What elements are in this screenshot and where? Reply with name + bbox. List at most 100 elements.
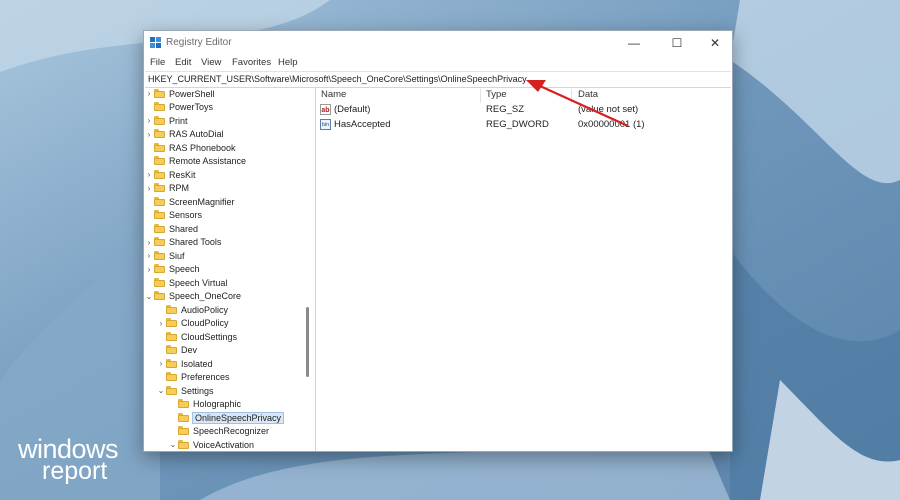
menu-favorites[interactable]: Favorites bbox=[232, 57, 271, 68]
value-type: REG_DWORD bbox=[486, 119, 549, 130]
folder-icon bbox=[154, 277, 165, 287]
minimize-icon: — bbox=[628, 36, 640, 50]
folder-icon bbox=[178, 399, 189, 408]
menu-help[interactable]: Help bbox=[278, 57, 298, 68]
folder-icon bbox=[166, 331, 177, 341]
value-data: 0x00000001 (1) bbox=[578, 119, 645, 130]
value-name: HasAccepted bbox=[334, 119, 391, 130]
folder-icon bbox=[154, 210, 165, 219]
binary-value-icon: bin bbox=[320, 119, 331, 130]
menu-file[interactable]: File bbox=[150, 57, 165, 68]
tree-item-print[interactable]: › Print bbox=[144, 114, 188, 127]
title-bar[interactable]: Registry Editor — ☐ ✕ bbox=[144, 31, 732, 55]
folder-icon bbox=[166, 385, 177, 395]
folder-icon bbox=[178, 439, 189, 449]
folder-icon bbox=[166, 318, 177, 327]
maximize-button[interactable]: ☐ bbox=[662, 34, 692, 52]
chevron-right-icon[interactable]: › bbox=[144, 251, 154, 260]
logo-line-2: report bbox=[42, 457, 108, 485]
tree-item-audiopolicy[interactable]: AudioPolicy bbox=[156, 303, 228, 316]
folder-icon bbox=[154, 237, 165, 246]
tree-item-reskit[interactable]: › ResKit bbox=[144, 168, 196, 181]
values-list[interactable]: Name Type Data ab (Default) REG_SZ (valu… bbox=[316, 87, 732, 451]
menu-bar: File Edit View Favorites Help bbox=[144, 55, 732, 71]
folder-icon bbox=[166, 345, 177, 354]
tree-item-ras-phonebook[interactable]: RAS Phonebook bbox=[144, 141, 236, 154]
tree-item-remote-assistance[interactable]: Remote Assistance bbox=[144, 155, 246, 168]
chevron-right-icon[interactable]: › bbox=[156, 319, 166, 328]
tree-item-isolated[interactable]: › Isolated bbox=[156, 357, 213, 370]
chevron-right-icon[interactable]: › bbox=[156, 359, 166, 368]
tree-item-speech[interactable]: › Speech bbox=[144, 263, 200, 276]
registry-editor-icon bbox=[150, 37, 161, 48]
close-icon: ✕ bbox=[709, 36, 721, 50]
column-separator[interactable] bbox=[480, 89, 481, 103]
tree-item-speech-virtual[interactable]: Speech Virtual bbox=[144, 276, 227, 289]
folder-icon bbox=[154, 291, 165, 300]
tree-item-rpm[interactable]: › RPM bbox=[144, 182, 189, 195]
scrollbar-thumb[interactable] bbox=[306, 307, 309, 377]
folder-icon bbox=[154, 156, 165, 165]
maximize-icon: ☐ bbox=[671, 36, 683, 50]
value-row-default[interactable]: ab (Default) REG_SZ (value not set) bbox=[320, 103, 720, 117]
tree-item-shared[interactable]: Shared bbox=[144, 222, 198, 235]
tree-item-powertoys[interactable]: PowerToys bbox=[144, 101, 213, 114]
tree-item-ras-autodial[interactable]: › RAS AutoDial bbox=[144, 128, 224, 141]
tree-item-sensors[interactable]: Sensors bbox=[144, 209, 202, 222]
folder-icon bbox=[166, 372, 177, 381]
chevron-right-icon[interactable]: › bbox=[144, 116, 154, 125]
tree-item-siuf[interactable]: › Siuf bbox=[144, 249, 185, 262]
tree-item-voiceactivation[interactable]: ⌄ VoiceActivation bbox=[168, 438, 254, 451]
string-value-icon: ab bbox=[320, 104, 331, 115]
chevron-down-icon[interactable]: ⌄ bbox=[156, 386, 166, 395]
minimize-button[interactable]: — bbox=[619, 34, 649, 52]
chevron-right-icon[interactable]: › bbox=[144, 170, 154, 179]
tree-item-settings[interactable]: ⌄ Settings bbox=[156, 384, 214, 397]
menu-view[interactable]: View bbox=[201, 57, 221, 68]
tree-item-dev[interactable]: Dev bbox=[156, 344, 197, 357]
tree-item-onlinespeechprivacy[interactable]: OnlineSpeechPrivacy bbox=[168, 411, 285, 424]
column-header-data[interactable]: Data bbox=[578, 88, 598, 102]
folder-icon bbox=[154, 183, 165, 192]
tree-item-preferences[interactable]: Preferences bbox=[156, 371, 230, 384]
tree-item-speech-onecore[interactable]: ⌄ Speech_OneCore bbox=[144, 290, 241, 303]
column-header-name[interactable]: Name bbox=[321, 88, 346, 102]
value-type: REG_SZ bbox=[486, 104, 525, 115]
tree-item-holographic[interactable]: Holographic bbox=[168, 398, 241, 411]
chevron-right-icon[interactable]: › bbox=[144, 265, 154, 274]
folder-icon bbox=[154, 102, 165, 111]
folder-icon bbox=[154, 264, 165, 273]
chevron-right-icon[interactable]: › bbox=[144, 89, 154, 98]
key-tree[interactable]: › PowerShell PowerToys › Print › RAS AutoDi… bbox=[144, 87, 316, 451]
tree-item-shared-tools[interactable]: › Shared Tools bbox=[144, 236, 221, 249]
folder-icon bbox=[154, 250, 165, 260]
chevron-down-icon[interactable]: ⌄ bbox=[168, 440, 178, 449]
folder-icon bbox=[154, 196, 165, 206]
folder-icon bbox=[178, 426, 189, 435]
tree-item-powershell[interactable]: › PowerShell bbox=[144, 87, 215, 100]
column-header-type[interactable]: Type bbox=[486, 88, 507, 102]
folder-icon bbox=[178, 412, 189, 422]
tree-item-cloudpolicy[interactable]: › CloudPolicy bbox=[156, 317, 229, 330]
address-bar[interactable]: HKEY_CURRENT_USER\Software\Microsoft\Spe… bbox=[145, 71, 731, 88]
folder-icon bbox=[166, 304, 177, 314]
chevron-right-icon[interactable]: › bbox=[144, 130, 154, 139]
value-data: (value not set) bbox=[578, 104, 639, 115]
window-title: Registry Editor bbox=[166, 37, 232, 48]
registry-editor-window: Registry Editor — ☐ ✕ File Edit View Fav… bbox=[143, 30, 733, 452]
folder-icon bbox=[154, 115, 165, 125]
folder-icon bbox=[154, 142, 165, 152]
column-separator[interactable] bbox=[571, 89, 572, 103]
menu-edit[interactable]: Edit bbox=[175, 57, 191, 68]
folder-icon bbox=[154, 88, 165, 98]
chevron-down-icon[interactable]: ⌄ bbox=[144, 292, 154, 301]
tree-item-cloudsettings[interactable]: CloudSettings bbox=[156, 330, 237, 343]
tree-item-speechrecognizer[interactable]: SpeechRecognizer bbox=[168, 425, 269, 438]
value-row-hasaccepted[interactable]: bin HasAccepted REG_DWORD 0x00000001 (1) bbox=[320, 118, 720, 132]
folder-icon bbox=[154, 129, 165, 138]
chevron-right-icon[interactable]: › bbox=[144, 238, 154, 247]
close-button[interactable]: ✕ bbox=[700, 34, 730, 52]
tree-item-screenmagnifier[interactable]: ScreenMagnifier bbox=[144, 195, 235, 208]
chevron-right-icon[interactable]: › bbox=[144, 184, 154, 193]
tree-scrollbar[interactable] bbox=[302, 87, 314, 451]
